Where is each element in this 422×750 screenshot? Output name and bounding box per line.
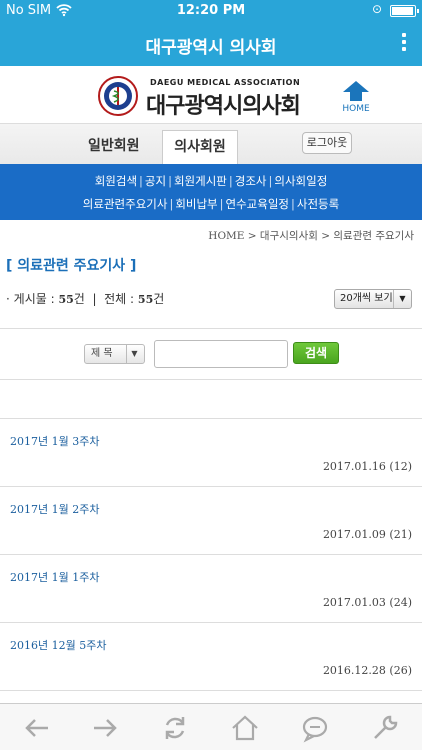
main-menu: 회원검색 | 공지 | 회원게시판 | 경조사 | 의사회일정 의료관련주요기사 | 회비납부 | 연수…	[0, 164, 422, 220]
app-navbar: 대구광역시 의사회	[0, 22, 422, 66]
battery-icon	[390, 5, 419, 17]
rotation-lock-icon: ⊙	[371, 2, 382, 16]
menu-item[interactable]: 의료관련주요기사	[83, 197, 168, 211]
list-item[interactable]: 2017년 1월 3주차 2017.01.16 (12)	[0, 419, 422, 487]
home-label: HOME	[342, 104, 370, 114]
posts-count: 55	[58, 293, 74, 306]
search-bar: 제 목 ▼ 검색	[0, 328, 422, 380]
per-page-value: 20개씩 보기	[340, 293, 393, 304]
menu-item[interactable]: 의사회일정	[274, 174, 327, 188]
menu-item[interactable]: 사전등록	[297, 197, 339, 211]
menu-separator: |	[139, 174, 143, 188]
menu-separator: |	[169, 197, 174, 211]
article-title[interactable]: 2016년 12월 5주차	[10, 637, 106, 653]
logout-button[interactable]: 로그아웃	[302, 132, 352, 154]
total-count: 55	[137, 293, 154, 306]
clock: 12:20 PM	[176, 3, 246, 18]
list-item[interactable]: 2016년 12월 5주차 2016.12.28 (26)	[0, 623, 422, 691]
menu-item[interactable]: 연수교육일정	[226, 197, 289, 211]
menu-item[interactable]: 회원게시판	[174, 174, 227, 188]
app-title: 대구광역시 의사회	[145, 38, 277, 58]
post-counts: · 게시물 : 55건 | 전체 : 55건	[6, 292, 165, 306]
menu-row: 의료관련주요기사 | 회비납부 | 연수교육일정 | 사전등록	[0, 196, 422, 212]
chevron-down-icon: ▼	[126, 345, 142, 363]
wrench-icon[interactable]	[370, 713, 400, 743]
menu-item[interactable]: 회원검색	[95, 174, 137, 188]
tab-doctor-member[interactable]: 의사회원	[162, 130, 238, 164]
home-button[interactable]: HOME	[338, 80, 374, 120]
status-bar: No SIM 12:20 PM ⊙	[0, 0, 422, 22]
home-arrow-icon	[343, 81, 369, 101]
posts-label: 게시물 :	[13, 292, 55, 306]
search-button[interactable]: 검색	[293, 342, 339, 364]
breadcrumb: HOME > 대구시의사회 > 의료관련 주요기사	[208, 230, 414, 242]
menu-item[interactable]: 공지	[145, 174, 166, 188]
chat-bubble-icon[interactable]	[300, 713, 330, 743]
list-item[interactable]: 2017년 1월 2주차 2017.01.09 (21)	[0, 487, 422, 555]
per-page-select[interactable]: 20개씩 보기 ▼	[334, 289, 412, 309]
association-english-name: DAEGU MEDICAL ASSOCIATION	[150, 78, 301, 87]
article-list: 2017년 1월 3주차 2017.01.16 (12) 2017년 1월 2주차 2…	[0, 418, 422, 691]
menu-separator: |	[228, 174, 233, 188]
home-icon[interactable]	[230, 713, 260, 743]
search-field-value: 제 목	[91, 348, 113, 359]
forward-arrow-icon[interactable]	[90, 713, 120, 743]
article-title[interactable]: 2017년 1월 3주차	[10, 433, 99, 449]
medical-association-seal-icon	[98, 76, 138, 116]
site-header: DAEGU MEDICAL ASSOCIATION 대구광역시의사회 HOME	[0, 66, 422, 124]
article-date-views: 2017.01.03 (24)	[322, 596, 412, 609]
list-item[interactable]: 2017년 1월 1주차 2017.01.03 (24)	[0, 555, 422, 623]
menu-separator: |	[291, 197, 295, 211]
search-field-select[interactable]: 제 목 ▼	[84, 344, 145, 364]
battery-level	[392, 7, 413, 15]
tab-general-member[interactable]: 일반회원	[88, 135, 140, 155]
total-unit: 건	[153, 292, 165, 306]
more-vertical-icon[interactable]	[396, 30, 412, 58]
menu-separator: |	[219, 197, 224, 211]
menu-separator: |	[268, 174, 273, 188]
menu-item[interactable]: 경조사	[235, 174, 267, 188]
search-input[interactable]	[154, 340, 288, 368]
article-date-views: 2016.12.28 (26)	[322, 664, 412, 677]
page-title: [ 의료관련 주요기사 ]	[6, 258, 137, 274]
bullet: ·	[6, 292, 10, 306]
menu-separator: |	[168, 174, 172, 188]
article-title[interactable]: 2017년 1월 1주차	[10, 569, 99, 585]
menu-row: 회원검색 | 공지 | 회원게시판 | 경조사 | 의사회일정	[0, 173, 422, 189]
article-date-views: 2017.01.09 (21)	[322, 528, 412, 541]
back-arrow-icon[interactable]	[22, 713, 52, 743]
article-date-views: 2017.01.16 (12)	[322, 460, 412, 473]
article-title[interactable]: 2017년 1월 2주차	[10, 501, 99, 517]
total-label: 전체 :	[104, 292, 135, 306]
association-korean-name: 대구광역시의사회	[146, 94, 301, 119]
posts-unit: 건	[73, 292, 85, 306]
menu-item[interactable]: 회비납부	[175, 197, 217, 211]
refresh-icon[interactable]	[160, 713, 190, 743]
browser-toolbar	[0, 703, 422, 750]
member-tabs: 일반회원 의사회원 로그아웃	[0, 124, 422, 164]
chevron-down-icon: ▼	[393, 290, 411, 308]
